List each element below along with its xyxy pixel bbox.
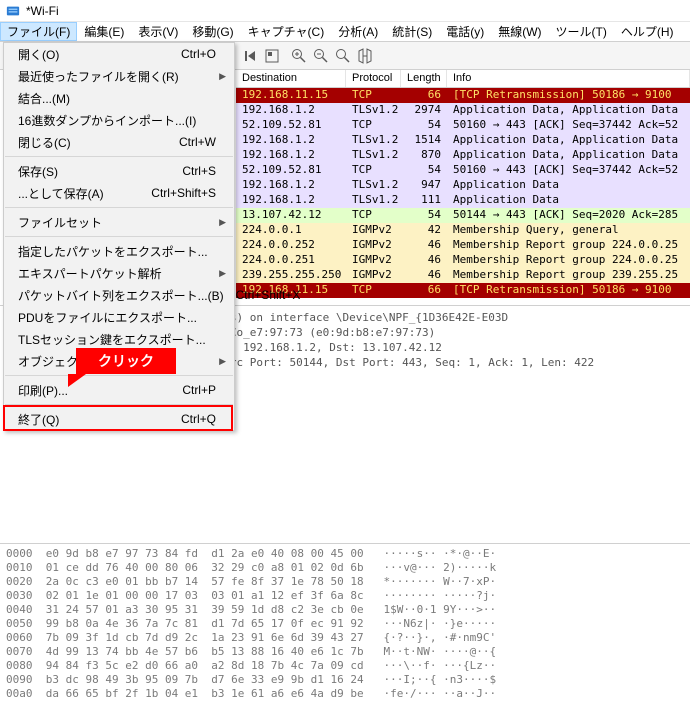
menu-go[interactable]: 移動(G) <box>185 22 240 41</box>
menu-help[interactable]: ヘルプ(H) <box>614 22 681 41</box>
autoscroll-icon[interactable] <box>261 45 283 67</box>
col-destination[interactable]: Destination <box>236 70 346 87</box>
menu-wireless[interactable]: 無線(W) <box>491 22 548 41</box>
resize-columns-icon[interactable] <box>354 45 376 67</box>
packet-list-header: Destination Protocol Length Info <box>236 70 690 88</box>
menu-print[interactable]: 印刷(P)... Ctrl+P <box>4 379 234 401</box>
menu-file[interactable]: ファイル(F) <box>0 22 77 41</box>
zoom-in-icon[interactable] <box>288 45 310 67</box>
packet-list[interactable]: Destination Protocol Length Info 192.168… <box>236 70 690 305</box>
packet-row[interactable]: 192.168.11.15TCP66[TCP Retransmission] 5… <box>236 283 690 298</box>
col-length[interactable]: Length <box>401 70 447 87</box>
menu-export-pdu[interactable]: PDUをファイルにエクスポート... <box>4 306 234 328</box>
title-bar: *Wi-Fi <box>0 0 690 22</box>
menu-export-dissections[interactable]: エキスパートパケット解析 ▶ <box>4 262 234 284</box>
menu-edit[interactable]: 編集(E) <box>77 22 131 41</box>
menu-quit[interactable]: 終了(Q) Ctrl+Q <box>4 408 234 430</box>
annotation-callout: クリック <box>76 348 176 374</box>
col-info[interactable]: Info <box>447 70 690 87</box>
menu-telephony[interactable]: 電話(y) <box>439 22 491 41</box>
menu-bar: ファイル(F) 編集(E) 表示(V) 移動(G) キャプチャ(C) 分析(A)… <box>0 22 690 42</box>
packet-row[interactable]: 239.255.255.250IGMPv246Membership Report… <box>236 268 690 283</box>
packet-row[interactable]: 52.109.52.81TCP5450160 → 443 [ACK] Seq=3… <box>236 118 690 133</box>
window-title: *Wi-Fi <box>26 4 59 18</box>
packet-row[interactable]: 192.168.1.2TLSv1.2870Application Data, A… <box>236 148 690 163</box>
packet-row[interactable]: 224.0.0.252IGMPv246Membership Report gro… <box>236 238 690 253</box>
menu-close[interactable]: 閉じる(C) Ctrl+W <box>4 131 234 153</box>
menu-open[interactable]: 開く(O) Ctrl+O <box>4 43 234 65</box>
menu-export-bytes[interactable]: パケットバイト列をエクスポート...(B) Ctrl+Shift+X <box>4 284 234 306</box>
annotation-text: クリック <box>98 351 154 371</box>
packet-row[interactable]: 224.0.0.1IGMPv242Membership Query, gener… <box>236 223 690 238</box>
menu-open-recent[interactable]: 最近使ったファイルを開く(R) ▶ <box>4 65 234 87</box>
packet-row[interactable]: 192.168.1.2TLSv1.22974Application Data, … <box>236 103 690 118</box>
go-last-icon[interactable] <box>239 45 261 67</box>
packet-row[interactable]: 13.107.42.12TCP5450144 → 443 [ACK] Seq=2… <box>236 208 690 223</box>
menu-tools[interactable]: ツール(T) <box>549 22 614 41</box>
packet-row[interactable]: 192.168.11.15TCP66[TCP Retransmission] 5… <box>236 88 690 103</box>
menu-import-hex[interactable]: 16進数ダンプからインポート...(I) <box>4 109 234 131</box>
menu-fileset[interactable]: ファイルセット ▶ <box>4 211 234 233</box>
packet-row[interactable]: 192.168.1.2TLSv1.2947Application Data <box>236 178 690 193</box>
menu-analyze[interactable]: 分析(A) <box>331 22 385 41</box>
menu-view[interactable]: 表示(V) <box>131 22 185 41</box>
zoom-out-icon[interactable] <box>310 45 332 67</box>
packet-row[interactable]: 224.0.0.251IGMPv246Membership Report gro… <box>236 253 690 268</box>
menu-export-specified[interactable]: 指定したパケットをエクスポート... <box>4 240 234 262</box>
menu-stats[interactable]: 統計(S) <box>385 22 439 41</box>
zoom-reset-icon[interactable] <box>332 45 354 67</box>
packet-row[interactable]: 192.168.1.2TLSv1.2111Application Data <box>236 193 690 208</box>
menu-save[interactable]: 保存(S) Ctrl+S <box>4 160 234 182</box>
menu-export-tls[interactable]: TLSセッション鍵をエクスポート... <box>4 328 234 350</box>
menu-save-as[interactable]: ...として保存(A) Ctrl+Shift+S <box>4 182 234 204</box>
packet-row[interactable]: 52.109.52.81TCP5450160 → 443 [ACK] Seq=3… <box>236 163 690 178</box>
app-icon <box>6 4 20 18</box>
packet-row[interactable]: 192.168.1.2TLSv1.21514Application Data, … <box>236 133 690 148</box>
menu-capture[interactable]: キャプチャ(C) <box>241 22 332 41</box>
col-protocol[interactable]: Protocol <box>346 70 401 87</box>
menu-merge[interactable]: 結合...(M) <box>4 87 234 109</box>
packet-bytes[interactable]: 0000 e0 9d b8 e7 97 73 84 fd d1 2a e0 40… <box>0 543 690 703</box>
